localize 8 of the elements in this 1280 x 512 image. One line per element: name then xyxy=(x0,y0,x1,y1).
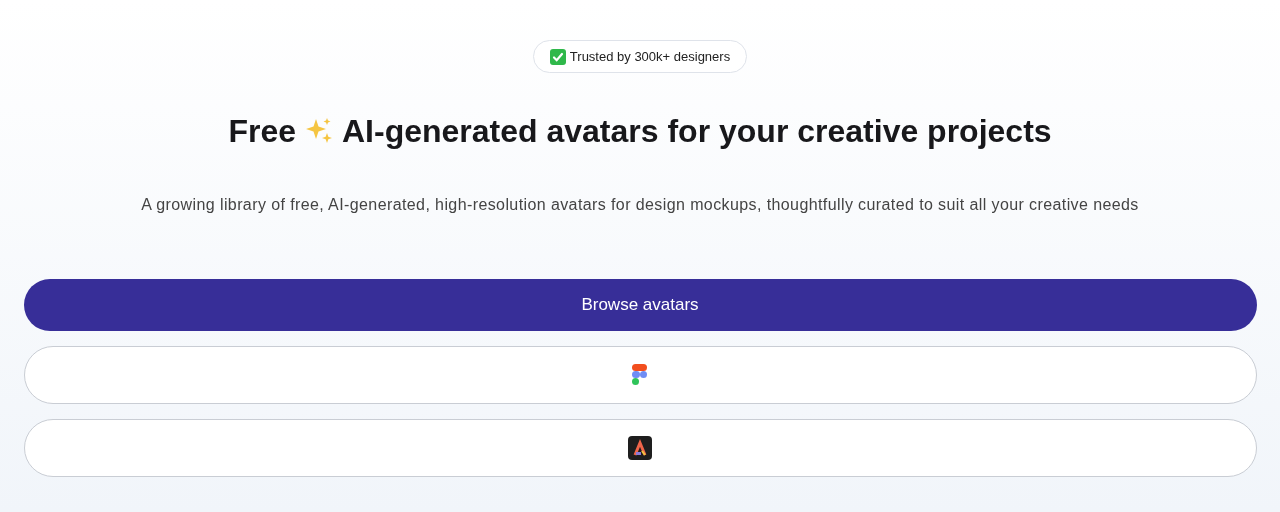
heading: Free xyxy=(228,112,296,151)
shapes-icon xyxy=(632,364,648,386)
app-icon xyxy=(628,436,652,460)
heading: AI-generated avatars for your creative projects xyxy=(342,112,1052,151)
checkmark-icon xyxy=(549,48,566,65)
browse-button[interactable]: Browse avatars xyxy=(23,279,1257,331)
badge-text: Trusted by 300k+ designers xyxy=(569,47,731,66)
subtitle: A growing library of free, AI-generated, high-resolution avatars for design mockups, thoughtfully curated to suit all your creative needs xyxy=(141,195,1139,215)
